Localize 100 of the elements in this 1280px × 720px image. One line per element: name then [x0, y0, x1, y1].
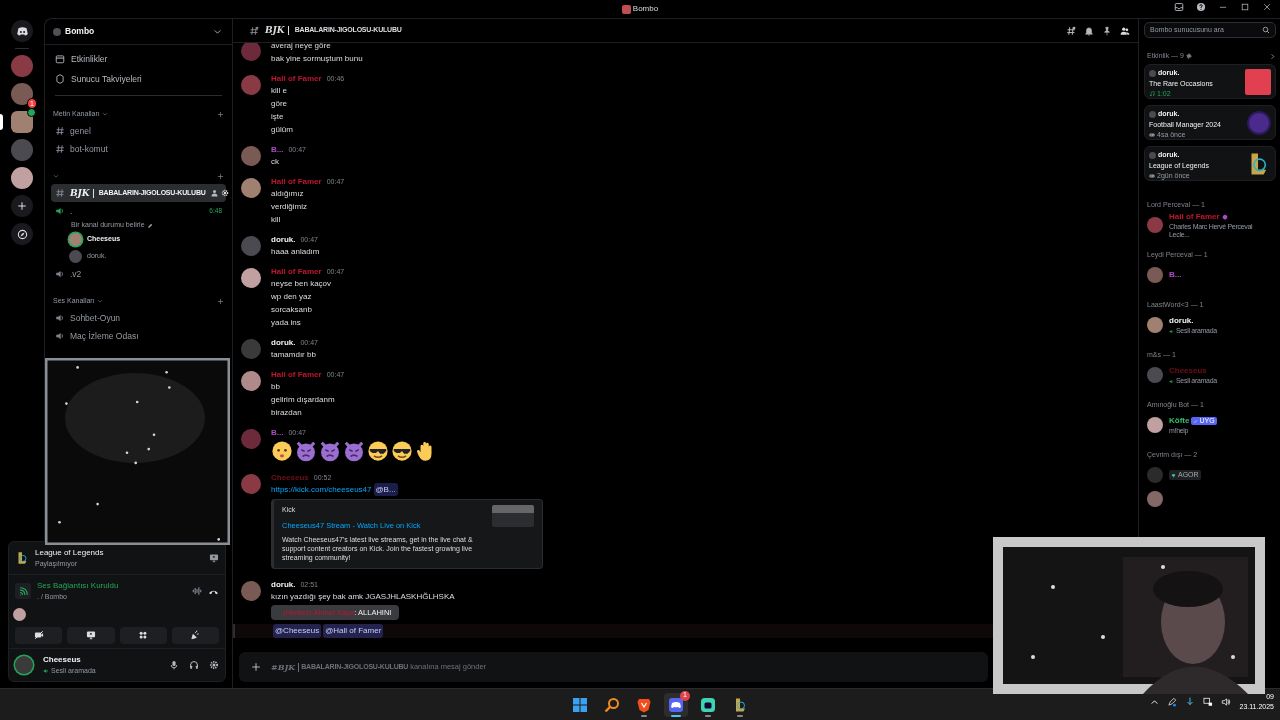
pen-icon[interactable]	[1167, 697, 1178, 707]
inbox-icon[interactable]	[1174, 2, 1184, 12]
mention[interactable]: @Hall of Famer	[323, 623, 384, 638]
maximize-icon[interactable]	[1240, 2, 1250, 12]
message-text: birazdan	[271, 407, 302, 419]
search-icon	[1262, 26, 1270, 34]
add-member-icon[interactable]	[210, 189, 219, 197]
message-text: kill e	[271, 85, 287, 97]
message-text: averaj neye göre	[271, 43, 331, 52]
avatar	[241, 268, 261, 288]
grid-icon	[138, 630, 149, 640]
activities-button[interactable]	[119, 626, 167, 644]
speaker-icon	[43, 667, 49, 674]
user-name: Cheeseus	[43, 653, 82, 666]
message-text: yada ins	[271, 317, 301, 329]
server-icon[interactable]	[11, 111, 33, 133]
stream-icon[interactable]	[209, 552, 219, 563]
channel-item[interactable]: .v2	[51, 265, 226, 283]
chevron-up-icon[interactable]	[1150, 697, 1160, 707]
message-text: gülüm	[271, 124, 293, 136]
mention[interactable]: @Cheeseus	[273, 623, 322, 638]
message-text: bak yine sormuştum bunu	[271, 53, 363, 65]
pin-icon[interactable]	[1102, 25, 1112, 36]
sidebar-link[interactable]: Sunucu Takviyeleri	[51, 69, 226, 89]
avatar	[241, 43, 261, 61]
settings-icon[interactable]	[209, 659, 219, 670]
boost-icon	[55, 74, 65, 84]
pencil-icon[interactable]	[146, 222, 153, 229]
app-logo-icon	[15, 24, 29, 38]
emoji-icon	[295, 440, 317, 462]
soundboard-button[interactable]	[171, 626, 219, 644]
window-title: Bombo	[632, 3, 659, 15]
add-channel-icon[interactable]	[217, 297, 224, 305]
help-icon[interactable]	[1196, 2, 1206, 12]
calendar-icon	[55, 54, 65, 64]
channel-name: .	[70, 204, 73, 218]
avatar	[241, 339, 261, 359]
screen-icon	[85, 630, 96, 640]
members-icon[interactable]	[1120, 25, 1130, 36]
close-icon[interactable]	[1262, 2, 1272, 12]
emoji-icon	[367, 440, 389, 462]
home-button[interactable]	[11, 20, 33, 42]
camera-off-icon	[33, 630, 44, 640]
headphones-icon[interactable]	[189, 659, 199, 670]
screen-share-button[interactable]	[67, 626, 115, 644]
settings-icon[interactable]	[220, 189, 229, 197]
chevron-down-icon	[213, 27, 222, 36]
message-text: kızın yazdığı şey bak amk JGASJHLASKHĞLHSKA	[271, 590, 455, 603]
search-icon	[604, 696, 620, 713]
add-icon	[17, 201, 27, 211]
emoji-icon	[271, 440, 293, 462]
channel-item[interactable]: bot-komut	[51, 140, 226, 158]
avatar	[1147, 367, 1163, 383]
server-icon[interactable]	[11, 167, 33, 189]
chevron-right-icon[interactable]	[1269, 52, 1276, 60]
volume-icon[interactable]	[1221, 697, 1232, 707]
channel-name: .v2	[70, 267, 82, 281]
activity-title: League of Legends	[35, 546, 105, 559]
author-name: Hall of Famer	[271, 73, 322, 85]
threads-icon[interactable]	[1066, 25, 1076, 36]
chevron-down-icon	[96, 298, 103, 304]
server-name: Bombo	[65, 25, 95, 38]
message-text: göre	[271, 98, 287, 110]
bell-icon[interactable]	[1084, 25, 1094, 36]
server-header[interactable]: Bombo	[45, 19, 232, 45]
server-icon[interactable]	[11, 83, 33, 105]
avatar	[1147, 317, 1163, 333]
network-icon[interactable]	[1203, 697, 1214, 707]
add-attachment-icon[interactable]	[251, 662, 261, 672]
sidebar-link[interactable]: Etkinlikler	[51, 49, 226, 69]
avatar	[241, 474, 261, 494]
member-item[interactable]: B...	[1144, 263, 1276, 287]
message-text: haaa anladım	[271, 246, 320, 258]
download-icon[interactable]	[1185, 697, 1196, 707]
noise-icon[interactable]	[192, 586, 202, 597]
channel-item[interactable]: Maç İzleme Odası	[51, 327, 226, 345]
add-channel-icon[interactable]	[217, 172, 224, 180]
channel-item[interactable]: genel	[51, 122, 226, 140]
channel-item[interactable]: Sohbet-Oyun	[51, 309, 226, 327]
message-text: bb	[271, 381, 280, 393]
gem-icon	[1171, 472, 1176, 478]
author-name: B...	[271, 144, 284, 156]
avatar	[241, 580, 261, 601]
channel-name: Maç İzleme Odası	[70, 329, 139, 343]
member-name: Köfte	[1169, 415, 1190, 427]
speaker-icon	[1169, 378, 1174, 384]
start-icon	[572, 696, 588, 713]
add-server-button[interactable]	[11, 195, 33, 217]
mention[interactable]: @B...	[373, 483, 398, 496]
microphone-icon[interactable]	[169, 659, 179, 670]
discover-button[interactable]	[11, 223, 33, 245]
voice-status: Ses Bağlantısı Kuruldu	[37, 580, 120, 592]
message-text: ck	[271, 156, 279, 168]
shield-icon	[636, 696, 652, 713]
camera-off-button[interactable]	[15, 626, 63, 644]
message-text: wp den yaz	[271, 291, 312, 303]
speaker-icon	[1169, 328, 1174, 334]
chevron-down-icon	[53, 173, 59, 179]
add-channel-icon[interactable]	[217, 110, 224, 118]
message-link[interactable]: https://kick.com/cheeseus47	[271, 483, 372, 496]
